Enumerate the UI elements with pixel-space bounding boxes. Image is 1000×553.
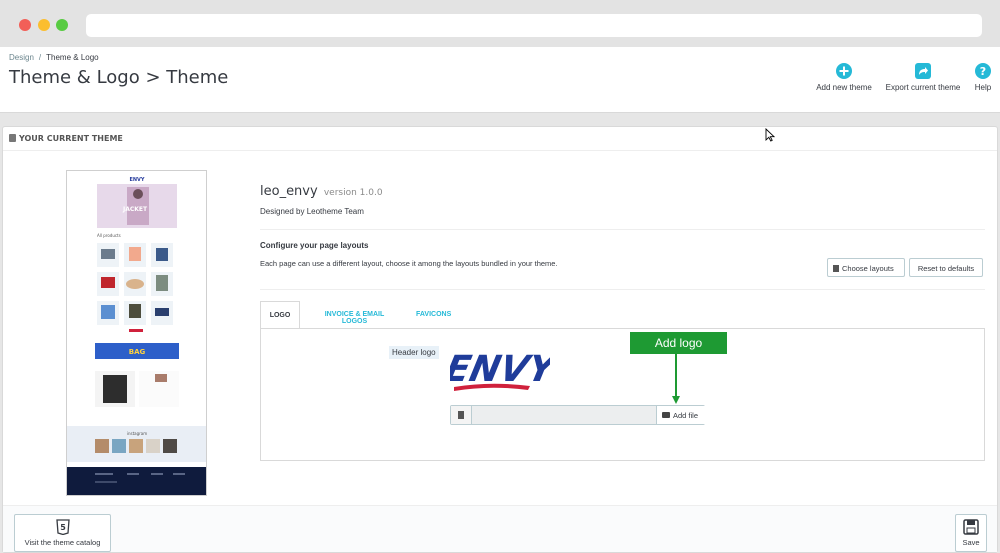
reset-to-defaults-label: Reset to defaults [917,264,975,273]
minimize-window-dot[interactable] [38,19,50,31]
preview-logo: ENVY [129,177,144,183]
divider [260,229,985,230]
theme-preview-image: ENVY JACKET All products BAG instagram [66,170,207,496]
add-file-label: Add file [673,411,699,420]
browser-chrome [0,0,1000,47]
preview-products-label: All products [97,233,121,238]
maximize-window-dot[interactable] [56,19,68,31]
theme-name: leo_envy version 1.0.0 [260,184,383,199]
svg-text:?: ? [980,65,986,78]
layouts-title: Configure your page layouts [260,241,369,250]
page-header: Design / Theme & Logo Theme & Logo > Theme… [0,47,1000,113]
svg-text:5: 5 [60,523,66,532]
export-current-theme-button[interactable]: Export current theme [881,63,965,92]
tab-invoice-email-logos[interactable]: INVOICE & EMAIL LOGOS [312,301,397,329]
choose-layouts-button[interactable]: Choose layouts [827,258,905,277]
envy-logo: ENVY [441,347,563,391]
theme-version: version 1.0.0 [323,188,383,198]
layouts-description: Each page can use a different layout, ch… [260,259,558,268]
add-new-theme-button[interactable]: Add new theme [813,63,875,92]
svg-text:JACKET: JACKET [122,206,148,213]
current-theme-panel: YOUR CURRENT THEME ENVY JACKET All produ… [2,126,998,553]
breadcrumb: Design / Theme & Logo [9,53,99,62]
panel-footer: 5 Visit the theme catalog Save [3,505,997,552]
plus-circle-icon [836,63,852,79]
preview-instagram-label: instagram [127,431,147,436]
floppy-disk-icon [963,519,979,535]
file-icon [451,406,472,424]
help-label: Help [974,83,992,92]
header-logo-label: Header logo [389,346,439,359]
breadcrumb-current: Theme & Logo [46,53,99,62]
preview-bag-text: BAG [129,348,146,356]
add-logo-callout: Add logo [630,332,727,354]
breadcrumb-parent[interactable]: Design [9,53,34,62]
header-logo-image: ENVY [441,341,563,397]
html5-icon [9,134,16,142]
envy-logo-text: ENVY [450,347,550,390]
choose-layouts-label: Choose layouts [842,264,894,273]
breadcrumb-separator: / [38,53,42,62]
tab-logo[interactable]: LOGO [260,301,300,329]
arrow-down-icon [672,354,680,404]
add-file-button[interactable]: Add file [656,406,706,424]
export-current-theme-label: Export current theme [885,83,961,92]
panel-heading-label: YOUR CURRENT THEME [19,134,123,143]
share-icon [915,63,931,79]
question-circle-icon: ? [975,63,991,79]
help-button[interactable]: ? Help [971,63,995,92]
save-label: Save [962,538,980,547]
mouse-cursor-icon [765,128,775,142]
address-bar[interactable] [86,14,982,37]
theme-preview-graphic: ENVY JACKET All products BAG instagram [67,171,206,495]
logo-tab-content [260,328,985,461]
folder-open-icon [662,412,670,418]
logo-file-input-group[interactable]: Add file [450,405,706,425]
theme-designer: Designed by Leotheme Team [260,207,364,216]
tab-favicons[interactable]: FAVICONS [416,301,451,329]
theme-name-text: leo_envy [260,184,318,199]
html5-icon: 5 [55,519,70,535]
visit-theme-catalog-label: Visit the theme catalog [24,538,101,547]
add-new-theme-label: Add new theme [816,83,872,92]
visit-theme-catalog-button[interactable]: 5 Visit the theme catalog [14,514,111,552]
file-icon [833,265,839,272]
close-window-dot[interactable] [19,19,31,31]
reset-to-defaults-button[interactable]: Reset to defaults [909,258,983,277]
page-title: Theme & Logo > Theme [9,67,229,88]
panel-heading: YOUR CURRENT THEME [3,127,997,151]
divider [260,289,985,290]
save-button[interactable]: Save [955,514,987,552]
